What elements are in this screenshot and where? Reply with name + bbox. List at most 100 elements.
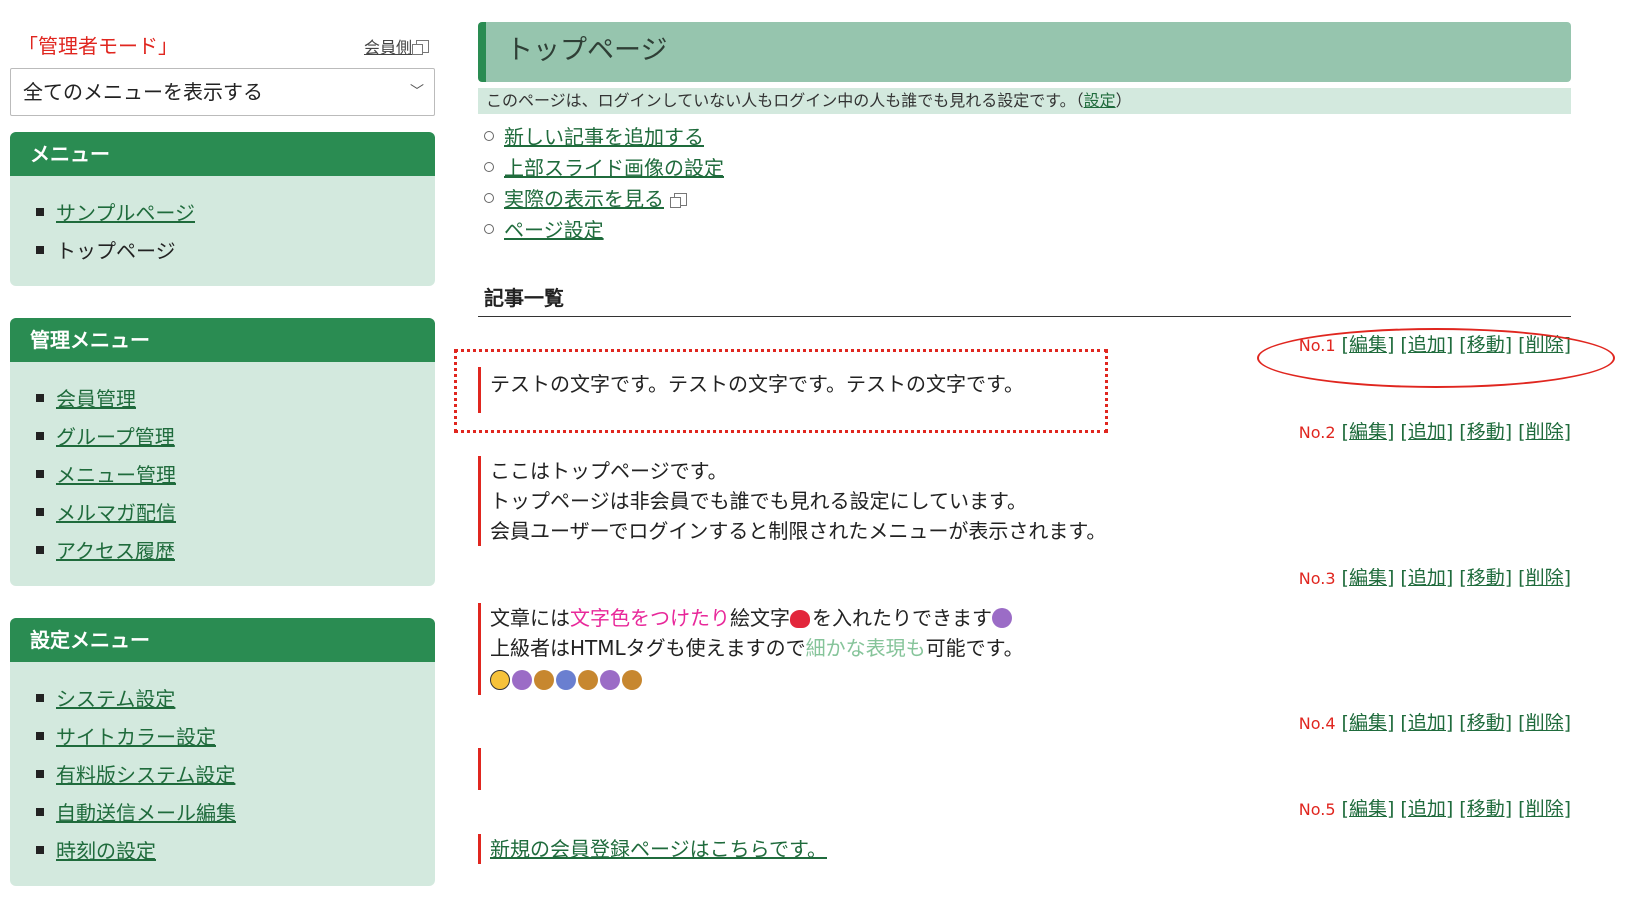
admin-menu-item-menus[interactable]: メニュー管理 [36, 456, 435, 494]
admin-menu-item-groups[interactable]: グループ管理 [36, 418, 435, 456]
article-body-empty [478, 748, 490, 790]
article-number: No.5 [1298, 800, 1336, 819]
article-text: 会員ユーザーでログインすると制限されたメニューが表示されます。 [490, 519, 1107, 543]
admin-menu-item-access-log[interactable]: アクセス履歴 [36, 532, 435, 570]
colored-text: 文字色をつけたり [570, 606, 730, 630]
article-number: No.3 [1298, 569, 1336, 588]
settings-menu-box: 設定メニュー システム設定 サイトカラー設定 有料版システム設定 自動送信メール… [10, 618, 435, 886]
edit-button[interactable]: [編集] [1342, 421, 1395, 443]
bullet-icon [36, 846, 44, 854]
bullet-icon [36, 246, 44, 254]
article-list-title: 記事一覧 [484, 286, 564, 310]
settings-menu-title: 設定メニュー [10, 618, 435, 662]
external-link-icon [412, 40, 429, 55]
menu-box-title: メニュー [10, 132, 435, 176]
circle-bullet-icon [484, 193, 494, 203]
admin-menu-item-label[interactable]: 会員管理 [56, 387, 136, 411]
settings-menu-item-site-color[interactable]: サイトカラー設定 [36, 718, 435, 756]
action-label[interactable]: 新しい記事を追加する [504, 125, 704, 149]
colored-text: 細かな表現も [805, 636, 926, 660]
article-text: 絵文字 [730, 606, 790, 630]
bullet-icon [36, 508, 44, 516]
action-page-settings[interactable]: ページ設定 [484, 215, 1571, 246]
person-emoji-icon [512, 670, 532, 690]
menu-item-label[interactable]: サンプルページ [56, 201, 195, 225]
circle-bullet-icon [484, 224, 494, 234]
highlight-dotted-box [454, 349, 1108, 433]
settings-menu-item-label[interactable]: 自動送信メール編集 [56, 801, 236, 825]
move-button[interactable]: [移動] [1459, 712, 1512, 734]
sidebar: 「管理者モード」 会員側 全てのメニューを表示する ﹀ メニュー サンプルページ… [10, 22, 435, 886]
person-emoji-icon [600, 670, 620, 690]
article-controls: No.2 [編集] [追加] [移動] [削除] [1299, 417, 1571, 444]
delete-button[interactable]: [削除] [1518, 421, 1571, 443]
menu-list: サンプルページ トップページ [10, 176, 435, 286]
person-raising-hand-emoji-icon [578, 670, 598, 690]
admin-menu-item-label[interactable]: グループ管理 [56, 425, 175, 449]
edit-button[interactable]: [編集] [1342, 712, 1395, 734]
article-text: を入れたりできます [812, 606, 992, 630]
settings-menu-item-label[interactable]: 有料版システム設定 [56, 763, 235, 787]
page-title: トップページ [478, 22, 1571, 82]
heart-emoji-icon [790, 610, 810, 628]
action-label[interactable]: ページ設定 [504, 218, 604, 242]
settings-menu-item-auto-mail[interactable]: 自動送信メール編集 [36, 794, 435, 832]
delete-button[interactable]: [削除] [1518, 567, 1571, 589]
admin-menu-item-members[interactable]: 会員管理 [36, 380, 435, 418]
main-content: トップページ このページは、ログインしていない人もログイン中の人も誰でも見れる設… [478, 22, 1571, 864]
member-side-link[interactable]: 会員側 [364, 34, 429, 58]
bullet-icon [36, 808, 44, 816]
member-registration-link[interactable]: 新規の会員登録ページはこちらです。 [490, 837, 827, 861]
circle-bullet-icon [484, 131, 494, 141]
move-button[interactable]: [移動] [1459, 567, 1512, 589]
bullet-icon [36, 394, 44, 402]
add-button[interactable]: [追加] [1400, 712, 1453, 734]
add-button[interactable]: [追加] [1400, 798, 1453, 820]
action-label[interactable]: 上部スライド画像の設定 [504, 156, 724, 180]
settings-menu-item-paid-system[interactable]: 有料版システム設定 [36, 756, 435, 794]
admin-menu-item-label[interactable]: メルマガ配信 [56, 501, 176, 525]
move-button[interactable]: [移動] [1459, 421, 1512, 443]
admin-menu-box: 管理メニュー 会員管理 グループ管理 メニュー管理 メルマガ配信 アクセス履歴 [10, 318, 435, 586]
action-view-page[interactable]: 実際の表示を見る [484, 184, 1571, 215]
article-text: トップページは非会員でも誰でも見れる設定にしています。 [490, 489, 1027, 513]
delete-button[interactable]: [削除] [1518, 712, 1571, 734]
add-button[interactable]: [追加] [1400, 567, 1453, 589]
add-button[interactable]: [追加] [1400, 421, 1453, 443]
admin-menu-item-newsletter[interactable]: メルマガ配信 [36, 494, 435, 532]
emoji-row [490, 663, 1024, 695]
settings-menu-list: システム設定 サイトカラー設定 有料版システム設定 自動送信メール編集 時刻の設… [10, 662, 435, 886]
settings-menu-item-label[interactable]: 時刻の設定 [56, 839, 156, 863]
edit-button[interactable]: [編集] [1342, 567, 1395, 589]
article-body: ここはトップページです。 トップページは非会員でも誰でも見れる設定にしています。… [478, 456, 1106, 546]
action-add-article[interactable]: 新しい記事を追加する [484, 122, 1571, 153]
action-label[interactable]: 実際の表示を見る [504, 187, 664, 211]
bullet-icon [36, 470, 44, 478]
settings-menu-item-label[interactable]: サイトカラー設定 [56, 725, 216, 749]
admin-mode-label: 「管理者モード」 [18, 34, 178, 58]
action-slide-settings[interactable]: 上部スライド画像の設定 [484, 153, 1571, 184]
admin-menu-list: 会員管理 グループ管理 メニュー管理 メルマガ配信 アクセス履歴 [10, 362, 435, 586]
admin-menu-item-label[interactable]: アクセス履歴 [56, 539, 175, 563]
article-text: 文章には [490, 606, 570, 630]
move-button[interactable]: [移動] [1459, 798, 1512, 820]
menu-item-sample-page[interactable]: サンプルページ [36, 194, 435, 232]
article-text: 可能です。 [925, 636, 1024, 660]
edit-button[interactable]: [編集] [1342, 798, 1395, 820]
bullet-icon [36, 770, 44, 778]
circle-bullet-icon [484, 162, 494, 172]
article-line: 上級者はHTMLタグも使えますので細かな表現も可能です。 [490, 633, 1024, 663]
settings-menu-item-time[interactable]: 時刻の設定 [36, 832, 435, 870]
admin-menu-item-label[interactable]: メニュー管理 [56, 463, 176, 487]
settings-menu-item-system[interactable]: システム設定 [36, 680, 435, 718]
external-link-icon [670, 193, 687, 208]
article-controls: No.4 [編集] [追加] [移動] [削除] [1299, 708, 1571, 735]
notice-settings-link[interactable]: 設定 [1084, 91, 1116, 110]
settings-menu-item-label[interactable]: システム設定 [56, 687, 175, 711]
menu-item-label: トップページ [56, 239, 176, 263]
person-emoji-icon [992, 608, 1012, 628]
delete-button[interactable]: [削除] [1518, 798, 1571, 820]
menu-display-select[interactable]: 全てのメニューを表示する ﹀ [10, 68, 435, 116]
bullet-icon [36, 432, 44, 440]
article-number: No.2 [1298, 423, 1336, 442]
